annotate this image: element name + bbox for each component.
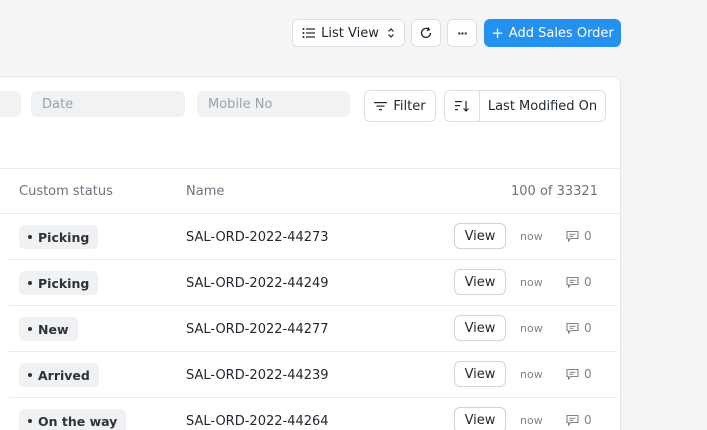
status-label: Arrived — [38, 367, 90, 383]
list-view-label: List View — [321, 25, 379, 41]
view-label: View — [464, 412, 496, 428]
view-button[interactable]: View — [454, 223, 506, 249]
table-row[interactable]: Picking SAL-ORD-2022-44249 View now 0 — [0, 260, 607, 306]
plus-icon: + — [491, 23, 504, 42]
view-label: View — [464, 320, 496, 336]
comment-count[interactable]: 0 — [566, 321, 592, 335]
partial-filter-field[interactable] — [0, 91, 21, 117]
comment-count-label: 0 — [584, 321, 592, 335]
sort-label: Last Modified On — [487, 98, 598, 114]
view-label: View — [464, 366, 496, 382]
more-options-button[interactable]: ··· — [447, 19, 477, 47]
comment-count-label: 0 — [584, 229, 592, 243]
divider — [0, 168, 621, 169]
status-badge: On the way — [19, 409, 127, 430]
status-label: On the way — [38, 413, 118, 429]
comment-count-label: 0 — [584, 275, 592, 289]
filter-label: Filter — [393, 98, 426, 114]
comment-count[interactable]: 0 — [566, 413, 592, 427]
table-row[interactable]: On the way SAL-ORD-2022-44264 View now 0 — [0, 398, 607, 430]
status-dot-icon — [28, 281, 32, 285]
modified-time: now — [520, 322, 543, 335]
add-sales-order-label: Add Sales Order — [508, 25, 614, 41]
status-dot-icon — [28, 373, 32, 377]
modified-time: now — [520, 230, 543, 243]
column-header-status: Custom status — [19, 184, 113, 199]
order-name-link[interactable]: SAL-ORD-2022-44249 — [186, 276, 329, 291]
view-button[interactable]: View — [454, 315, 506, 341]
table-row[interactable]: Arrived SAL-ORD-2022-44239 View now 0 — [0, 352, 607, 398]
comment-count[interactable]: 0 — [566, 275, 592, 289]
modified-time: now — [520, 414, 543, 427]
status-dot-icon — [28, 235, 32, 239]
view-button[interactable]: View — [454, 407, 506, 430]
sort-field-button[interactable]: Last Modified On — [479, 90, 606, 122]
date-placeholder: Date — [42, 96, 74, 112]
comment-icon — [566, 414, 579, 426]
sort-direction-button[interactable] — [444, 90, 480, 122]
date-field[interactable]: Date — [31, 91, 185, 117]
status-label: Picking — [38, 229, 90, 245]
status-dot-icon — [28, 419, 32, 423]
ellipsis-icon: ··· — [457, 26, 468, 40]
table-row[interactable]: New SAL-ORD-2022-44277 View now 0 — [0, 306, 607, 352]
sort-icon — [455, 101, 469, 112]
refresh-button[interactable] — [411, 19, 441, 47]
comment-count-label: 0 — [584, 413, 592, 427]
order-name-link[interactable]: SAL-ORD-2022-44264 — [186, 414, 329, 429]
status-label: Picking — [38, 275, 90, 291]
comment-icon — [566, 230, 579, 242]
order-name-link[interactable]: SAL-ORD-2022-44273 — [186, 230, 329, 245]
status-badge: New — [19, 317, 78, 341]
comment-count-label: 0 — [584, 367, 592, 381]
refresh-icon — [420, 27, 432, 39]
comment-icon — [566, 368, 579, 380]
view-button[interactable]: View — [454, 269, 506, 295]
comment-icon — [566, 276, 579, 288]
table-row[interactable]: Picking SAL-ORD-2022-44273 View now 0 — [0, 214, 607, 260]
order-name-link[interactable]: SAL-ORD-2022-44239 — [186, 368, 329, 383]
modified-time: now — [520, 368, 543, 381]
filter-icon — [374, 102, 388, 111]
order-name-link[interactable]: SAL-ORD-2022-44277 — [186, 322, 329, 337]
list-icon — [302, 28, 316, 38]
comment-count[interactable]: 0 — [566, 229, 592, 243]
mobile-no-field[interactable]: Mobile No — [197, 91, 350, 117]
status-badge: Picking — [19, 271, 99, 295]
list-view-button[interactable]: List View — [292, 19, 405, 47]
comment-count[interactable]: 0 — [566, 367, 592, 381]
column-header-name: Name — [186, 184, 225, 199]
chevron-updown-icon — [387, 28, 394, 38]
status-badge: Picking — [19, 225, 99, 249]
view-button[interactable]: View — [454, 361, 506, 387]
status-dot-icon — [28, 327, 32, 331]
add-sales-order-button[interactable]: + Add Sales Order — [484, 19, 621, 47]
status-label: New — [38, 321, 69, 337]
view-label: View — [464, 228, 496, 244]
record-count: 100 of 33321 — [511, 184, 598, 199]
comment-icon — [566, 322, 579, 334]
mobile-placeholder: Mobile No — [208, 96, 273, 112]
filter-button[interactable]: Filter — [364, 90, 436, 122]
view-label: View — [464, 274, 496, 290]
status-badge: Arrived — [19, 363, 99, 387]
modified-time: now — [520, 276, 543, 289]
